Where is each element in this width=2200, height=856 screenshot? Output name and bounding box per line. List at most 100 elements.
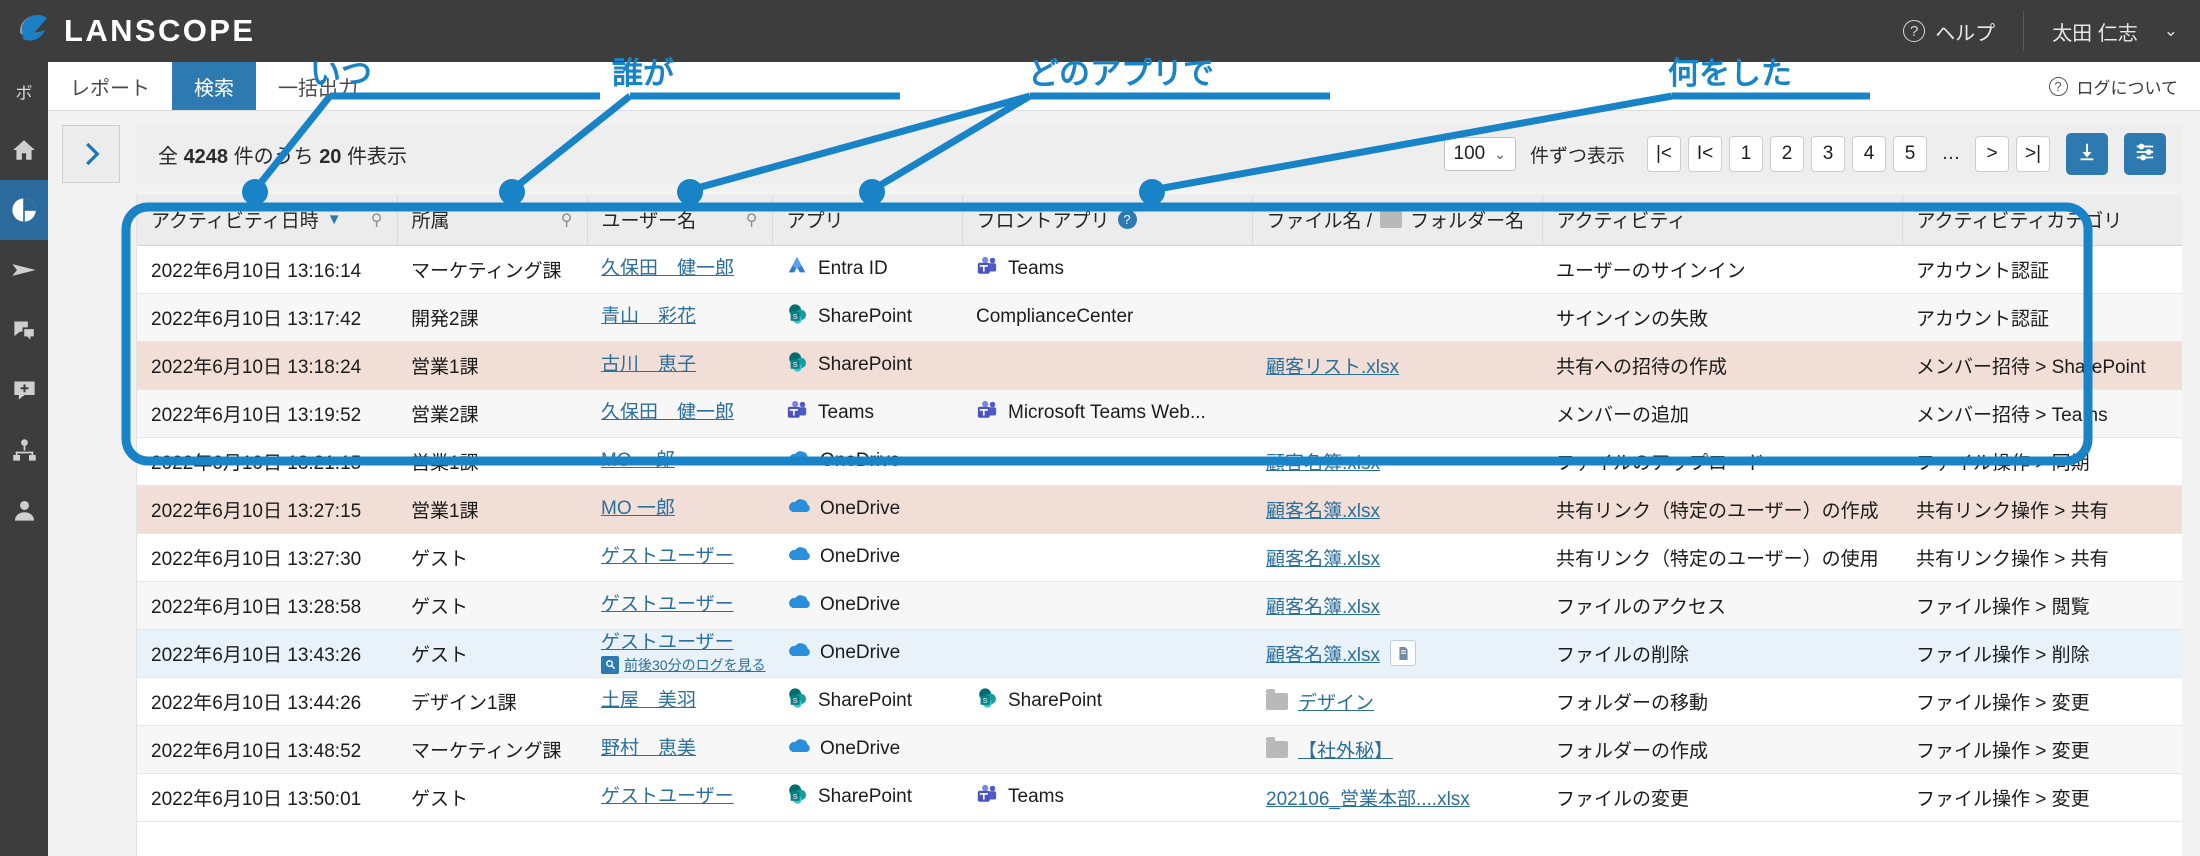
app-label: Teams [818,402,874,423]
page-prev-button[interactable]: I< [1688,136,1722,172]
col-filename[interactable]: ファイル名 / フォルダー名 [1252,195,1543,246]
user-link[interactable]: 古川 恵子 [601,354,758,376]
sidebar-item-send[interactable] [0,240,48,300]
pin-icon[interactable]: ⚲ [746,210,758,230]
expand-filters-button[interactable] [62,125,120,183]
sliders-icon [2134,141,2156,168]
file-link[interactable]: デザイン [1298,688,1374,715]
cell-filename: 顧客リスト.xlsx [1252,341,1542,390]
file-link[interactable]: 顧客名簿.xlsx [1266,448,1380,475]
file-link[interactable]: 顧客リスト.xlsx [1266,352,1399,379]
col-app[interactable]: アプリ [772,195,963,246]
teams-icon [976,399,998,427]
user-link[interactable]: ゲストユーザー [601,786,758,808]
page-3-label: 3 [1822,143,1834,164]
col-department[interactable]: 所属 ⚲ [397,195,588,246]
table-row[interactable]: 2022年6月10日 13:28:58 ゲスト ゲストユーザー OneDrive 顧客名… [137,581,2182,630]
file-link[interactable]: 顧客名簿.xlsx [1266,496,1380,523]
brand-name: LANSCOPE [64,13,256,48]
col-front-app[interactable]: フロントアプリ ? [962,195,1253,246]
activity-table-wrapper[interactable]: アクティビティ日時 ▼ ⚲ 所属 ⚲ ユーザー名 ⚲ アプリ フロントアプリ ?… [136,195,2182,856]
cell-activity-datetime: 2022年6月10日 13:48:52 [137,725,397,774]
file-link[interactable]: 顧客名簿.xlsx [1266,544,1380,571]
cell-activity: フォルダーの作成 [1542,725,1902,774]
table-row[interactable]: 2022年6月10日 13:21:15 営業1課 MO 一郎 OneDrive 顧客名簿… [137,437,2182,486]
col-activity-datetime[interactable]: アクティビティ日時 ▼ ⚲ [137,195,398,246]
col-activity-category[interactable]: アクティビティカテゴリ [1902,195,2182,246]
page-next-button[interactable]: > [1975,136,2009,172]
table-row[interactable]: 2022年6月10日 13:27:30 ゲスト ゲストユーザー OneDrive 顧客名… [137,533,2182,582]
cell-username: MO 一郎 [587,485,772,534]
table-row[interactable]: 2022年6月10日 13:27:15 営業1課 MO 一郎 OneDrive 顧客名簿… [137,485,2182,534]
table-row[interactable]: 2022年6月10日 13:44:26 デザイン1課 土屋 美羽 S SharePoin… [137,677,2182,726]
col-filename-label: ファイル名 / [1266,211,1373,233]
sidebar-item-chat[interactable] [0,300,48,360]
page-3-button[interactable]: 3 [1811,136,1845,172]
file-link[interactable]: 顧客名簿.xlsx [1266,592,1380,619]
onedrive-icon [786,639,810,667]
cell-username: ゲストユーザー [587,773,772,822]
page-1-button[interactable]: 1 [1729,136,1763,172]
cell-activity-datetime: 2022年6月10日 13:16:14 [137,245,397,294]
log-about-link[interactable]: ? ログについて [2048,62,2200,110]
brand[interactable]: LANSCOPE [0,11,255,51]
table-row[interactable]: 2022年6月10日 13:48:52 マーケティング課 野村 恵美 OneDrive… [137,725,2182,774]
user-link[interactable]: ゲストユーザー [601,594,758,616]
column-settings-button[interactable] [2124,133,2166,175]
table-row[interactable]: 2022年6月10日 13:43:26 ゲスト ゲストユーザー 前後30分のログを見る… [137,629,2182,678]
col-username[interactable]: ユーザー名 ⚲ [587,195,773,246]
cell-department: ゲスト [397,773,587,822]
sidebar-item-user[interactable] [0,480,48,540]
pin-icon[interactable]: ⚲ [371,210,383,230]
user-link[interactable]: 久保田 健一郎 [601,258,758,280]
user-link[interactable]: 青山 彩花 [601,306,758,328]
sidebar-item-report[interactable] [0,180,48,240]
table-row[interactable]: 2022年6月10日 13:19:52 営業2課 久保田 健一郎 Teams Micro… [137,389,2182,438]
per-page-select[interactable]: 100 ⌄ [1443,137,1516,171]
cell-department: 開発2課 [397,293,587,342]
file-link[interactable]: 顧客名簿.xlsx [1266,640,1380,667]
cell-front-app [962,533,1252,582]
tab-report[interactable]: レポート [48,62,172,110]
table-row[interactable]: 2022年6月10日 13:16:14 マーケティング課 久保田 健一郎 Entra … [137,245,2182,294]
sidebar-item-org[interactable] [0,420,48,480]
page-5-button[interactable]: 5 [1893,136,1927,172]
user-menu[interactable]: 太田 仁志 ⌄ [2024,11,2200,51]
table-row[interactable]: 2022年6月10日 13:18:24 営業1課 古川 恵子 S SharePoint 顧… [137,341,2182,390]
user-link[interactable]: 野村 恵美 [601,738,758,760]
app-label: SharePoint [818,690,913,711]
nearby-logs-link[interactable]: 前後30分のログを見る [601,655,766,674]
page-last-button[interactable]: >| [2016,136,2050,172]
sort-desc-icon[interactable]: ▼ [327,211,342,228]
sidebar-item-add-chat[interactable] [0,360,48,420]
cell-front-app [962,341,1252,390]
user-link[interactable]: 土屋 美羽 [601,690,758,712]
chevron-right-icon [76,139,106,169]
file-link[interactable]: 202106_営業本部....xlsx [1266,784,1470,811]
page-4-button[interactable]: 4 [1852,136,1886,172]
download-button[interactable] [2066,133,2108,175]
cell-username: ゲストユーザー 前後30分のログを見る [587,629,772,678]
help-circle-icon[interactable]: ? [1117,210,1137,230]
cell-app: S SharePoint [772,773,962,822]
file-link[interactable]: 【社外秘】 [1298,736,1393,763]
cell-activity-category: アカウント認証 [1902,245,2182,294]
help-button[interactable]: ? ヘルプ [1875,11,2025,51]
file-detail-icon[interactable] [1390,640,1417,666]
col-activity[interactable]: アクティビティ [1542,195,1903,246]
sidebar-item-home[interactable] [0,120,48,180]
page-2-button[interactable]: 2 [1770,136,1804,172]
table-row[interactable]: 2022年6月10日 13:50:01 ゲスト ゲストユーザー S SharePoint… [137,773,2182,822]
page-first-button[interactable]: |< [1647,136,1681,172]
table-row[interactable]: 2022年6月10日 13:17:42 開発2課 青山 彩花 S SharePoint C… [137,293,2182,342]
sidebar-item-bo[interactable]: ボ [0,62,48,120]
pin-icon[interactable]: ⚲ [561,210,573,230]
chat-plus-icon [11,377,38,404]
user-link[interactable]: 久保田 健一郎 [601,402,758,424]
tab-search[interactable]: 検索 [172,62,256,110]
user-link[interactable]: ゲストユーザー [601,546,758,568]
user-link[interactable]: MO 一郎 [601,498,758,520]
user-link[interactable]: ゲストユーザー [601,632,758,654]
user-link[interactable]: MO 一郎 [601,450,758,472]
cell-front-app [962,437,1252,486]
